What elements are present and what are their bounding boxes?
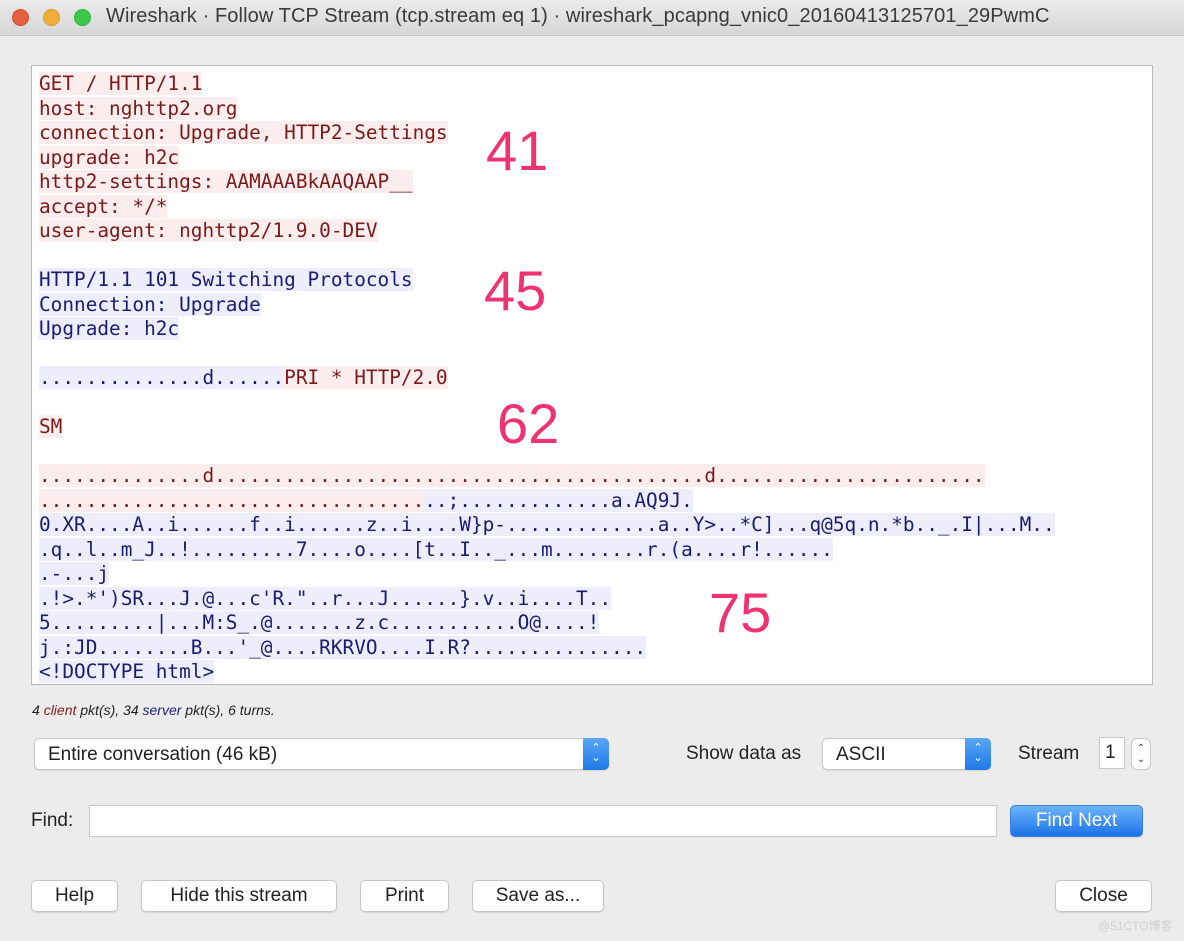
stream-line: ..............d......PRI * HTTP/2.0 [39,366,1055,391]
client-data-segment: PRI * HTTP/2.0 [284,366,448,389]
stream-stepper[interactable]: ⌃ ⌄ [1131,738,1151,770]
server-packet-count: 34 [123,702,139,718]
show-data-label: Show data as [686,743,802,764]
annotation-packet-45: 45 [484,259,547,322]
stream-line: user-agent: nghttp2/1.9.0-DEV [39,219,1055,244]
window-close-button[interactable] [12,9,29,26]
stream-line: accept: */* [39,194,1055,220]
client-label: client [43,702,77,718]
watermark: @51CTO博客 [1098,919,1173,933]
show-data-as-select[interactable]: ASCII ⌃ ⌄ [822,738,991,770]
server-data-segment: j.:JD........B...'_@....RKRVO....I.R?...… [39,635,647,659]
annotation-packet-41: 41 [486,119,549,182]
client-data-segment: ................................. [39,488,425,512]
conversation-select-value: Entire conversation (46 kB) [48,744,278,765]
summary-text: pkt(s), [76,702,124,718]
client-data-segment: accept: */* [39,194,168,218]
server-data-segment: ..;.............a.AQ9J. [424,488,693,512]
stream-line: Upgrade: h2c [39,317,1055,342]
stream-number-field[interactable]: 1 [1099,737,1125,769]
stream-line: ...................................;....… [39,488,1055,514]
window-title: Wireshark · Follow TCP Stream (tcp.strea… [106,5,1050,27]
stream-content-area[interactable]: GET / HTTP/1.1 host: nghttp2.org connectio… [31,65,1153,685]
stream-line: ..............d.........................… [39,464,1055,489]
summary-tail-text: pkt(s), 6 turns. [181,702,275,718]
server-data-segment: ..............d...... [39,366,285,389]
save-as-button[interactable]: Save as... [472,880,604,912]
stream-summary: 4 client pkt(s), 34 server pkt(s), 6 tur… [32,702,275,718]
stream-line: 0.XR....A..i......f..i......z..i....W}p-… [39,513,1055,538]
stream-line: HTTP/1.1 101 Switching Protocols [39,268,1055,293]
annotation-packet-75: 75 [709,581,772,644]
server-label: server [142,702,182,718]
client-data-segment: user-agent: nghttp2/1.9.0-DEV [39,219,378,242]
server-data-segment: .-...j [39,562,110,585]
server-data-segment: <!DOCTYPE html> [39,660,215,683]
updown-chevron-icon: ⌃ ⌄ [965,738,991,770]
stream-label: Stream [1018,743,1080,764]
title-bar: Wireshark · Follow TCP Stream (tcp.strea… [0,0,1184,36]
annotation-packet-62: 62 [497,392,560,455]
server-data-segment: HTTP/1.1 101 Switching Protocols [39,268,413,291]
client-data-segment: connection: Upgrade, HTTP2-Settings [39,121,448,144]
window-minimize-button[interactable] [43,9,60,26]
client-data-segment: upgrade: h2c [39,145,180,169]
server-data-segment: .!>.*')SR...J.@...c'R."..r...J......}.v.… [39,586,612,610]
find-next-button[interactable]: Find Next [1010,805,1143,837]
help-button[interactable]: Help [31,880,118,912]
server-data-segment: .q..l..m_J..!.........7....o....[t..I.._… [39,537,833,561]
conversation-select[interactable]: Entire conversation (46 kB) ⌃ ⌄ [34,738,609,770]
client-data-segment: SM [39,415,63,438]
print-button[interactable]: Print [360,880,449,912]
stream-line: j.:JD........B...'_@....RKRVO....I.R?...… [39,635,1055,661]
client-data-segment: http2-settings: AAMAAABkAAQAAP__ [39,170,413,193]
find-input[interactable] [89,805,997,837]
stream-line: .q..l..m_J..!.........7....o....[t..I.._… [39,537,1055,563]
stream-line [39,244,1055,269]
show-data-as-value: ASCII [836,744,886,765]
client-packet-count: 4 [32,702,40,718]
stream-line: 5.........|...M:S_.@.......z.c..........… [39,611,1055,636]
client-data-segment: ..............d.........................… [39,464,985,487]
stream-line [39,342,1055,367]
server-data-segment: Upgrade: h2c [39,317,180,340]
window-maximize-button[interactable] [74,9,91,26]
stream-line: .!>.*')SR...J.@...c'R."..r...J......}.v.… [39,586,1055,612]
stream-line: GET / HTTP/1.1 [39,72,1055,97]
server-data-segment: 5.........|...M:S_.@.......z.c..........… [39,611,600,634]
stream-line: Connection: Upgrade [39,292,1055,318]
close-button[interactable]: Close [1055,880,1152,912]
find-label: Find: [31,810,74,831]
server-data-segment: Connection: Upgrade [39,292,261,316]
client-data-segment: GET / HTTP/1.1 [39,72,203,95]
stream-line: <!DOCTYPE html> [39,660,1055,684]
updown-chevron-icon: ⌃ ⌄ [583,738,609,770]
hide-stream-button[interactable]: Hide this stream [141,880,337,912]
stream-line: .-...j [39,562,1055,587]
server-data-segment: 0.XR....A..i......f..i......z..i....W}p-… [39,513,1055,536]
client-data-segment: host: nghttp2.org [39,96,238,120]
